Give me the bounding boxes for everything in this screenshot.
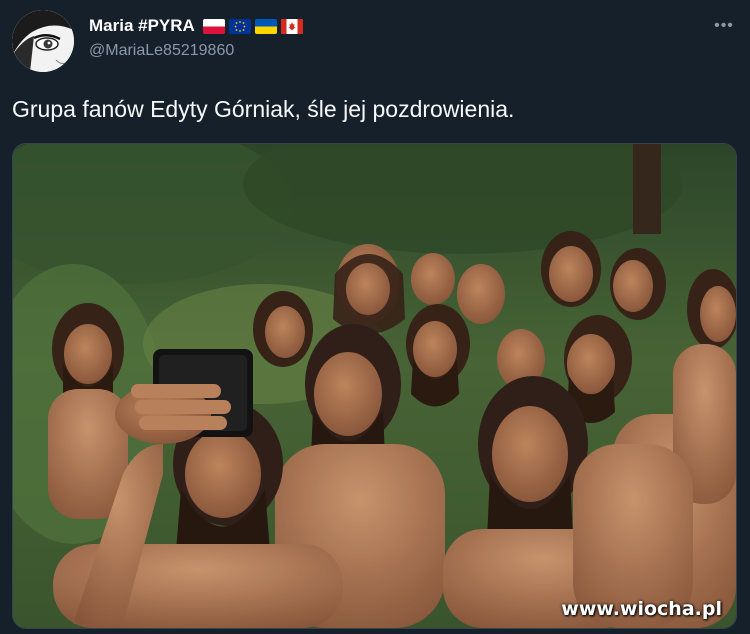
eu-flag-icon [228, 18, 251, 34]
tweet-text: Grupa fanów Edyty Górniak, śle jej pozdr… [12, 96, 515, 122]
name-row: Maria #PYRA [89, 15, 303, 37]
more-options-button[interactable]: ••• [712, 16, 736, 36]
display-name[interactable]: Maria #PYRA [89, 16, 195, 36]
flag-list [202, 18, 303, 34]
avatar[interactable] [12, 10, 74, 72]
tweet-card[interactable]: Maria #PYRA @MariaLe85219860 ••• Grupa f… [0, 0, 750, 634]
ukraine-flag-icon [254, 18, 277, 34]
user-handle[interactable]: @MariaLe85219860 [89, 42, 234, 60]
poland-flag-icon [202, 18, 225, 34]
avatar-image [12, 10, 74, 72]
photo-image [13, 144, 736, 628]
canada-flag-icon [280, 18, 303, 34]
tweet-media-photo[interactable]: www.wiocha.pl [12, 143, 737, 629]
watermark: www.wiocha.pl [561, 598, 722, 620]
